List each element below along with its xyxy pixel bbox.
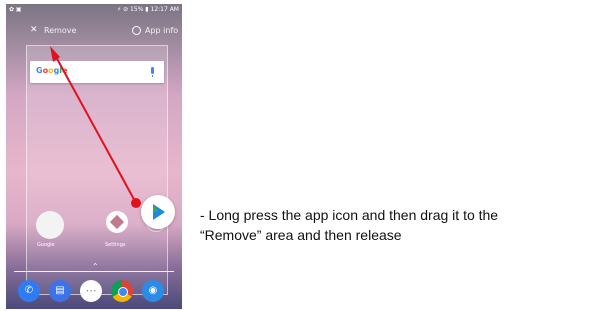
status-bar: ✿ ▣ ⚡ ⊘ 15% ▮ 12:17 AM — [6, 4, 182, 16]
app-drawer-caret-icon[interactable]: ⌃ — [92, 262, 99, 271]
play-accent-icon — [153, 204, 159, 212]
status-icons-left: ✿ ▣ — [9, 6, 22, 13]
dock-divider — [14, 271, 174, 272]
settings-app-icon[interactable] — [106, 211, 128, 233]
camera-app-icon[interactable]: ◉ — [142, 280, 164, 302]
phone-app-icon[interactable]: ✆ — [18, 280, 40, 302]
remove-icon[interactable]: ✕ — [30, 25, 38, 35]
phone-screenshot: ✿ ▣ ⚡ ⊘ 15% ▮ 12:17 AM ✕ Remove App info… — [6, 4, 182, 309]
play-store-app-icon[interactable] — [141, 195, 175, 229]
google-search-bar[interactable]: Google — [30, 61, 164, 83]
instruction-text: - Long press the app icon and then drag … — [200, 205, 595, 245]
app-label-settings: Settings — [105, 242, 126, 248]
instruction-line-2: “Remove” area and then release — [200, 227, 402, 243]
app-info-target-label[interactable]: App info — [145, 26, 178, 35]
info-icon[interactable] — [132, 26, 141, 35]
google-logo: Google — [36, 66, 68, 75]
instruction-line-1: - Long press the app icon and then drag … — [200, 207, 499, 223]
status-indicators: ⚡ ⊘ 15% ▮ 12:17 AM — [117, 6, 179, 13]
messages-app-icon[interactable]: ▤ — [49, 280, 71, 302]
google-folder-icon[interactable] — [36, 211, 64, 239]
chrome-app-icon[interactable] — [111, 280, 133, 302]
dock: ✆ ▤ ⋯ ◉ — [18, 280, 178, 304]
all-apps-icon[interactable]: ⋯ — [80, 280, 102, 302]
remove-target-label[interactable]: Remove — [44, 26, 76, 35]
microphone-icon[interactable] — [151, 67, 154, 77]
app-label-google: Google — [37, 242, 55, 248]
